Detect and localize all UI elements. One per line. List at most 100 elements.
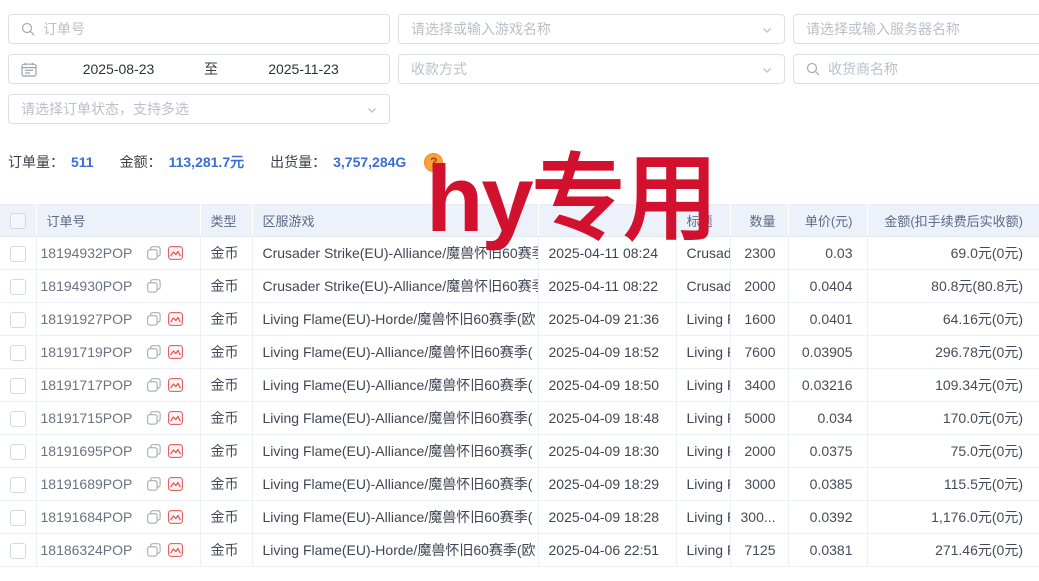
copy-icon[interactable] <box>147 279 161 293</box>
cell-order-time: 2025-04-09 18:29 <box>538 468 676 501</box>
image-icon[interactable] <box>168 312 183 326</box>
copy-icon[interactable] <box>147 246 161 260</box>
row-checkbox[interactable] <box>10 411 26 427</box>
order-id-text: 18186324POP <box>41 542 133 558</box>
server-name-input[interactable]: 请选择或输入服务器名称 <box>793 14 1039 44</box>
table-row: 18191684POP金币Living Flame(EU)-Alliance/魔… <box>0 501 1039 534</box>
cell-qty: 2000 <box>730 270 788 303</box>
row-checkbox[interactable] <box>10 246 26 262</box>
row-checkbox[interactable] <box>10 345 26 361</box>
row-checkbox[interactable] <box>10 312 26 328</box>
chevron-down-icon <box>761 24 773 36</box>
row-checkbox-cell <box>0 402 36 435</box>
cell-qty: 3400 <box>730 369 788 402</box>
order-management-page: 订单号 请选择或输入游戏名称 请选择或输入服务器名称 2025-08-23 至 … <box>0 0 1039 581</box>
table-header-col-game-server: 区服游戏 <box>252 205 538 237</box>
select-all-checkbox[interactable] <box>10 213 26 229</box>
buyer-name-placeholder: 收货商名称 <box>828 59 898 79</box>
cell-amount: 75.0元(0元) <box>867 435 1039 468</box>
cell-order-id: 18191719POP <box>36 336 200 369</box>
cell-type: 金币 <box>200 303 252 336</box>
cell-order-time: 2025-04-09 18:28 <box>538 501 676 534</box>
cell-order-time: 2025-04-09 21:36 <box>538 303 676 336</box>
cell-game-server: Living Flame(EU)-Alliance/魔兽怀旧60赛季( <box>252 336 538 369</box>
copy-icon[interactable] <box>147 543 161 557</box>
cell-type: 金币 <box>200 336 252 369</box>
order-id-text: 18191695POP <box>41 443 133 459</box>
table-header-col-type: 类型 <box>200 205 252 237</box>
cell-game-server: Living Flame(EU)-Alliance/魔兽怀旧60赛季( <box>252 402 538 435</box>
row-checkbox-cell <box>0 468 36 501</box>
row-checkbox[interactable] <box>10 444 26 460</box>
table-header-col-amount: 金额(扣手续费后实收额) <box>867 205 1039 237</box>
row-checkbox[interactable] <box>10 543 26 559</box>
game-name-select[interactable]: 请选择或输入游戏名称 <box>398 14 785 44</box>
row-checkbox[interactable] <box>10 279 26 295</box>
table-header-col-unit-price: 单价(元) <box>788 205 867 237</box>
select-all-checkbox-cell <box>0 205 36 237</box>
table-header-col-order-id: 订单号 <box>36 205 200 237</box>
cell-unit-price: 0.0385 <box>788 468 867 501</box>
row-checkbox[interactable] <box>10 378 26 394</box>
cell-amount: 69.0元(0元) <box>867 237 1039 270</box>
row-checkbox[interactable] <box>10 477 26 493</box>
cell-type: 金币 <box>200 402 252 435</box>
table-row: 18191715POP金币Living Flame(EU)-Alliance/魔… <box>0 402 1039 435</box>
help-icon[interactable]: ? <box>424 153 443 172</box>
cell-unit-price: 0.0375 <box>788 435 867 468</box>
order-number-placeholder: 订单号 <box>43 19 85 39</box>
cell-type: 金币 <box>200 468 252 501</box>
order-count-label: 订单量： <box>8 152 64 172</box>
cell-unit-price: 0.0401 <box>788 303 867 336</box>
image-icon[interactable] <box>168 477 183 491</box>
cell-title: Living Fl <box>676 534 730 567</box>
image-icon[interactable] <box>168 345 183 359</box>
cell-order-time: 2025-04-09 18:52 <box>538 336 676 369</box>
copy-icon[interactable] <box>147 312 161 326</box>
cell-qty: 1600 <box>730 303 788 336</box>
row-checkbox[interactable] <box>10 510 26 526</box>
orders-table: 订单号类型区服游戏标题数量单价(元)金额(扣手续费后实收额) 18194932P… <box>0 204 1039 567</box>
calendar-icon <box>21 62 37 77</box>
server-name-placeholder: 请选择或输入服务器名称 <box>806 19 960 39</box>
cell-order-id: 18191715POP <box>36 402 200 435</box>
copy-icon[interactable] <box>147 345 161 359</box>
copy-icon[interactable] <box>147 378 161 392</box>
copy-icon[interactable] <box>147 477 161 491</box>
shipment-value: 3,757,284G <box>333 154 406 170</box>
cell-title: Living Fl <box>676 369 730 402</box>
copy-icon[interactable] <box>147 411 161 425</box>
order-id-text: 18194930POP <box>41 278 133 294</box>
image-icon[interactable] <box>168 246 183 260</box>
image-icon[interactable] <box>168 378 183 392</box>
row-checkbox-cell <box>0 435 36 468</box>
order-status-select[interactable]: 请选择订单状态，支持多选 <box>8 94 390 124</box>
order-id-text: 18191684POP <box>41 509 133 525</box>
date-range-picker[interactable]: 2025-08-23 至 2025-11-23 <box>8 54 390 84</box>
row-checkbox-cell <box>0 369 36 402</box>
payment-method-select[interactable]: 收款方式 <box>398 54 785 84</box>
image-icon[interactable] <box>168 543 183 557</box>
cell-order-time: 2025-04-11 08:24 <box>538 237 676 270</box>
cell-type: 金币 <box>200 501 252 534</box>
date-start-value[interactable]: 2025-08-23 <box>45 61 192 77</box>
shipment-label: 出货量： <box>270 152 326 172</box>
image-icon[interactable] <box>168 510 183 524</box>
chevron-down-icon <box>366 104 378 116</box>
image-icon[interactable] <box>168 411 183 425</box>
cell-amount: 271.46元(0元) <box>867 534 1039 567</box>
table-row: 18191927POP金币Living Flame(EU)-Horde/魔兽怀旧… <box>0 303 1039 336</box>
cell-order-id: 18194930POP <box>36 270 200 303</box>
table-header-row: 订单号类型区服游戏标题数量单价(元)金额(扣手续费后实收额) <box>0 205 1039 237</box>
copy-icon[interactable] <box>147 510 161 524</box>
cell-order-id: 18186324POP <box>36 534 200 567</box>
order-count-value: 511 <box>71 154 94 170</box>
cell-qty: 5000 <box>730 402 788 435</box>
cell-unit-price: 0.03 <box>788 237 867 270</box>
order-number-input[interactable]: 订单号 <box>8 14 390 44</box>
cell-amount: 80.8元(80.8元) <box>867 270 1039 303</box>
buyer-name-input[interactable]: 收货商名称 <box>793 54 1039 84</box>
copy-icon[interactable] <box>147 444 161 458</box>
image-icon[interactable] <box>168 444 183 458</box>
date-end-value[interactable]: 2025-11-23 <box>230 61 377 77</box>
